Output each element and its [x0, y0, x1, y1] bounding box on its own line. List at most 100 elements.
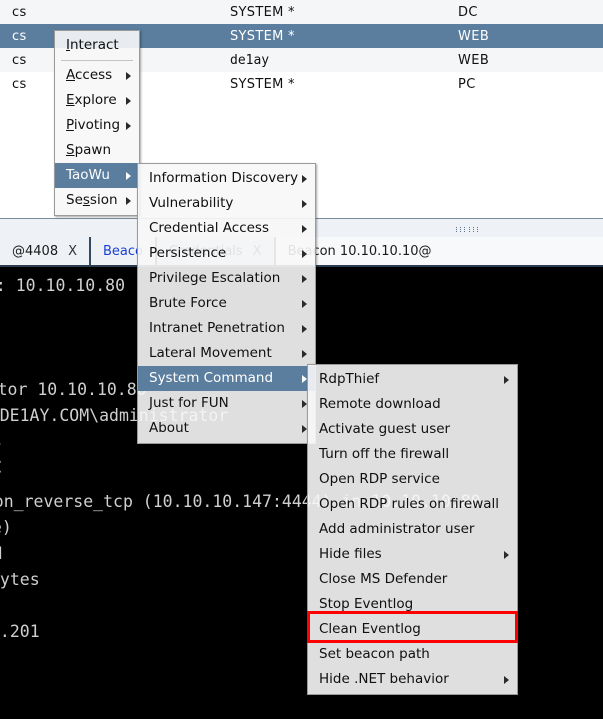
menu-separator	[61, 60, 133, 61]
menu-item[interactable]: Turn off the firewall	[308, 442, 517, 467]
cell-user: SYSTEM *	[230, 28, 295, 44]
menu-item[interactable]: Close MS Defender	[308, 567, 517, 592]
menu-item-label: Stop Eventlog	[319, 596, 414, 612]
submenu-arrow-icon	[504, 550, 509, 559]
menu-item[interactable]: Clean Eventlog	[308, 617, 517, 642]
console-line: C	[0, 455, 2, 481]
cell-note: WEB	[458, 28, 490, 44]
table-row[interactable]: cs SYSTEM * DC	[0, 0, 603, 24]
submenu-arrow-icon	[126, 71, 131, 80]
submenu-arrow-icon	[302, 324, 307, 333]
menu-item-label: Intranet Penetration	[149, 320, 285, 336]
menu-item[interactable]: Just for FUN	[138, 391, 315, 416]
menu-item[interactable]: Brute Force	[138, 291, 315, 316]
menu-item[interactable]: TaoWu	[55, 163, 139, 188]
menu-item-label: Set beacon path	[319, 646, 430, 662]
menu-item[interactable]: Vulnerability	[138, 191, 315, 216]
taowu-submenu[interactable]: Information Discovery Vulnerability Creden…	[137, 163, 316, 444]
menu-item[interactable]: Session	[55, 188, 139, 213]
menu-item-label: Open RDP rules on firewall	[319, 496, 500, 512]
menu-item[interactable]: Persistence	[138, 241, 315, 266]
menu-item-label: About	[149, 420, 189, 436]
menu-item-label: Activate guest user	[319, 421, 451, 437]
menu-item-label: Hide files	[319, 546, 382, 562]
submenu-arrow-icon	[126, 121, 131, 130]
menu-item-label: Privilege Escalation	[149, 270, 281, 286]
console-line: bytes	[0, 570, 40, 589]
console-tab[interactable]: @4408 X	[0, 237, 91, 265]
menu-item-label: Explore	[66, 92, 117, 108]
menu-item-label: Add administrator user	[319, 521, 475, 537]
menu-item-label: Clean Eventlog	[319, 621, 421, 637]
submenu-arrow-icon	[504, 675, 509, 684]
menu-item-label: Access	[66, 67, 113, 83]
submenu-arrow-icon	[302, 174, 307, 183]
submenu-arrow-icon	[126, 96, 131, 105]
menu-item[interactable]: Spawn	[55, 138, 139, 163]
menu-item-label: Vulnerability	[149, 195, 234, 211]
cell-user: SYSTEM *	[230, 4, 295, 20]
menu-item[interactable]: Remote download	[308, 392, 517, 417]
menu-item-label: Just for FUN	[149, 395, 229, 411]
menu-item[interactable]: RdpThief	[308, 367, 517, 392]
system-command-submenu[interactable]: RdpThief Remote download Activate guest us…	[307, 364, 518, 695]
menu-item[interactable]: Set beacon path	[308, 642, 517, 667]
menu-item[interactable]: Open RDP service	[308, 467, 517, 492]
menu-item[interactable]: About	[138, 416, 315, 441]
menu-item[interactable]: Hide files	[308, 542, 517, 567]
menu-item[interactable]: Information Discovery	[138, 166, 315, 191]
menu-item[interactable]: Pivoting	[55, 113, 139, 138]
submenu-arrow-icon	[126, 171, 131, 180]
menu-item-label: Persistence	[149, 245, 227, 261]
cell-note: DC	[458, 4, 478, 20]
console-line: 0.201	[0, 622, 40, 641]
tab-label: @4408	[12, 243, 59, 259]
menu-item-label: Lateral Movement	[149, 345, 272, 361]
menu-item[interactable]: Access	[55, 63, 139, 88]
menu-item-label: Credential Access	[149, 220, 269, 236]
submenu-arrow-icon	[302, 224, 307, 233]
console-line: s	[0, 429, 2, 455]
cell-user: SYSTEM *	[230, 76, 295, 92]
menu-item-label: Close MS Defender	[319, 571, 448, 587]
console-line: on: 10.10.10.80	[0, 276, 126, 295]
menu-item-label: Session	[66, 192, 118, 208]
tab-close-icon[interactable]: X	[68, 244, 77, 259]
console-line: xe)	[0, 518, 12, 537]
console-line: EM	[0, 541, 2, 567]
menu-item-label: Hide .NET behavior	[319, 671, 449, 687]
submenu-arrow-icon	[504, 375, 509, 384]
menu-item-label: Information Discovery	[149, 170, 299, 186]
menu-item[interactable]: Interact	[55, 33, 139, 58]
menu-item[interactable]: System Command	[138, 366, 315, 391]
menu-item[interactable]: Open RDP rules on firewall	[308, 492, 517, 517]
menu-item-label: Remote download	[319, 396, 441, 412]
menu-item[interactable]: Lateral Movement	[138, 341, 315, 366]
console-line: nistrator 10.10.10.80	[0, 380, 147, 399]
menu-item[interactable]: Explore	[55, 88, 139, 113]
menu-item[interactable]: Stop Eventlog	[308, 592, 517, 617]
cell-user: de1ay	[230, 52, 270, 68]
submenu-arrow-icon	[302, 249, 307, 258]
submenu-arrow-icon	[302, 199, 307, 208]
menu-item[interactable]: Activate guest user	[308, 417, 517, 442]
menu-item-label: Open RDP service	[319, 471, 440, 487]
menu-item-label: System Command	[149, 370, 274, 386]
menu-item[interactable]: Add administrator user	[308, 517, 517, 542]
menu-item-label: Pivoting	[66, 117, 121, 133]
menu-item[interactable]: Intranet Penetration	[138, 316, 315, 341]
submenu-arrow-icon	[302, 349, 307, 358]
menu-item-label: RdpThief	[319, 371, 380, 387]
menu-item[interactable]: Hide .NET behavior	[308, 667, 517, 692]
menu-item-label: TaoWu	[66, 167, 110, 183]
beacon-context-menu[interactable]: Interact Access Explore Pivoting Spawn TaoWu S…	[54, 30, 140, 216]
console-tab[interactable]: Beacon 10.10.10.10@	[275, 237, 603, 265]
submenu-arrow-icon	[302, 299, 307, 308]
menu-item[interactable]: Credential Access	[138, 216, 315, 241]
menu-item-label: Interact	[66, 37, 119, 53]
submenu-arrow-icon	[302, 274, 307, 283]
menu-item-label: Turn off the firewall	[319, 446, 450, 462]
cell-note: PC	[458, 76, 476, 92]
menu-item-label: Spawn	[66, 142, 112, 158]
menu-item[interactable]: Privilege Escalation	[138, 266, 315, 291]
